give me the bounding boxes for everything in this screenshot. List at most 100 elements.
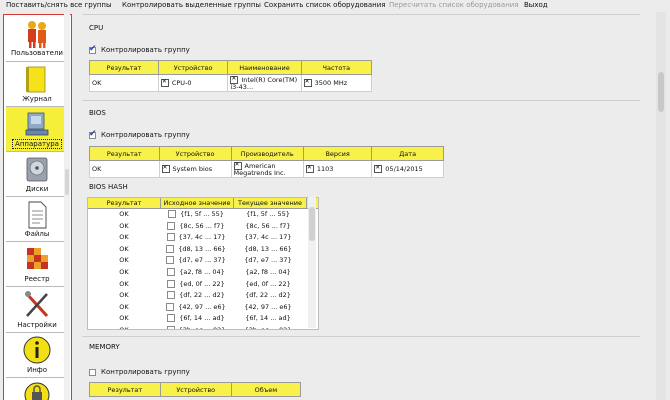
file-icon <box>6 199 68 229</box>
row-check-icon[interactable] <box>303 77 312 87</box>
row-check-icon[interactable] <box>230 74 239 84</box>
cell-name: Intel(R) Core(TM) i3-43... <box>230 75 298 91</box>
row-checkbox[interactable] <box>167 279 176 288</box>
table-row[interactable]: OK {a2, f8 ... 04} {a2, f8 ... 04} <box>88 267 318 279</box>
cell-current-value: {3b, ac ... 02} <box>244 325 292 330</box>
column-header[interactable]: Наименование <box>227 60 302 75</box>
table-row[interactable]: OK System bios American Megatrends Inc. … <box>89 160 444 178</box>
sidebar-item-label: Журнал <box>22 95 52 103</box>
column-header[interactable]: Результат <box>89 60 159 75</box>
cell-original-value: {d8, 13 ... 66} <box>178 244 226 253</box>
row-checkbox[interactable] <box>166 325 175 329</box>
cell-original-value: {df, 22 ... d2} <box>179 291 225 300</box>
group-divider <box>82 336 640 337</box>
menu-toggle-all-groups[interactable]: Поставить/снять все группы <box>6 0 112 10</box>
main-panel: CPU Контролировать группу Результат Устр… <box>78 14 658 400</box>
cpu-control-label: Контролировать группу <box>101 46 190 54</box>
row-checkbox[interactable] <box>166 302 175 311</box>
sidebar-item-users[interactable]: Пользователи <box>6 15 68 62</box>
row-checkbox[interactable] <box>167 267 176 276</box>
sidebar-item-label: Файлы <box>24 230 50 238</box>
memory-control-label: Контролировать группу <box>101 368 190 376</box>
column-header[interactable]: Текущее значение <box>234 198 307 208</box>
row-checkbox[interactable] <box>167 221 176 230</box>
column-header[interactable]: Исходное значение <box>161 198 234 208</box>
row-checkbox[interactable] <box>167 291 176 300</box>
row-check-icon[interactable] <box>305 163 314 173</box>
row-check-icon[interactable] <box>161 163 170 173</box>
memory-control-checkbox[interactable] <box>89 369 96 376</box>
sidebar-item-disks[interactable]: Диски <box>6 152 68 197</box>
sidebar-item-hardware[interactable]: Аппаратура <box>6 107 68 152</box>
cell-result: OK <box>119 291 129 300</box>
table-row[interactable]: OK {42, 97 ... e6} {42, 97 ... e6} <box>88 302 318 314</box>
table-row[interactable]: OK {8c, 56 ... f7} {8c, 56 ... f7} <box>88 221 318 233</box>
section-title-cpu: CPU <box>89 24 104 32</box>
sidebar-item-registry[interactable]: Реестр <box>6 242 68 287</box>
sidebar-item-info[interactable]: Инфо <box>6 333 68 378</box>
table-row[interactable]: OK {d8, 13 ... 66} {d8, 13 ... 66} <box>88 244 318 256</box>
bios-control-checkbox[interactable] <box>89 129 97 139</box>
cell-result: OK <box>119 244 129 253</box>
main-scrollbar[interactable] <box>656 12 666 400</box>
bios-hash-table: Результат Исходное значение Текущее знач… <box>87 197 319 330</box>
sidebar-item-settings[interactable]: Настройки <box>6 287 68 333</box>
cell-frequency: 3500 MHz <box>314 79 348 87</box>
table-row[interactable]: OK {d7, e7 ... 37} {d7, e7 ... 37} <box>88 255 318 267</box>
cell-result: OK <box>119 302 129 311</box>
table-row[interactable]: OK {f1, 5f ... 55} {f1, 5f ... 55} <box>88 209 318 221</box>
cell-current-value: {d8, 13 ... 66} <box>244 244 292 253</box>
table-row[interactable]: OK {37, 4c ... 17} {37, 4c ... 17} <box>88 232 318 244</box>
menu-exit[interactable]: Выход <box>524 0 548 10</box>
column-header[interactable]: Результат <box>89 146 160 161</box>
users-icon <box>6 17 68 48</box>
menu-recalculate-hardware-list[interactable]: Пересчитать список оборудования <box>389 0 519 10</box>
row-check-icon[interactable] <box>160 77 169 87</box>
cpu-table: Результат Устройство Наименование Частот… <box>89 60 373 92</box>
column-header[interactable]: Версия <box>302 146 373 161</box>
table-row[interactable]: OK {df, 22 ... d2} {df, 22 ... d2} <box>88 290 318 302</box>
section-title-bios: BIOS <box>89 109 106 117</box>
column-header[interactable]: Результат <box>89 382 161 397</box>
row-check-icon[interactable] <box>374 163 383 173</box>
column-header[interactable]: Устройство <box>159 382 232 397</box>
cell-current-value: {ed, 0f ... 22} <box>245 279 291 288</box>
table-row[interactable]: OK {6f, 14 ... ad} {6f, 14 ... ad} <box>88 313 318 325</box>
sidebar-item-lock[interactable] <box>6 378 68 400</box>
column-header[interactable]: Результат <box>88 198 161 208</box>
column-header[interactable]: Производитель <box>230 146 304 161</box>
column-header[interactable]: Объем <box>230 382 302 397</box>
row-checkbox[interactable] <box>166 256 175 265</box>
column-header[interactable]: Частота <box>300 60 373 75</box>
sidebar-item-label: Настройки <box>17 321 57 329</box>
column-header[interactable]: Дата <box>371 146 444 161</box>
cell-original-value: {d7, e7 ... 37} <box>178 256 226 265</box>
table-row[interactable]: OK CPU-0 Intel(R) Core(TM) i3-43... 3500… <box>89 74 373 92</box>
column-header[interactable]: Устройство <box>157 60 229 75</box>
table-row[interactable]: OK {ed, 0f ... 22} {ed, 0f ... 22} <box>88 279 318 291</box>
sidebar-item-journal[interactable]: Журнал <box>6 62 68 107</box>
section-title-memory: MEMORY <box>89 343 120 351</box>
cell-current-value: {37, 4c ... 17} <box>244 233 292 242</box>
row-check-icon[interactable] <box>233 160 242 170</box>
sidebar-item-label: Реестр <box>24 275 50 283</box>
table-row[interactable]: OK {3b, ac ... 02} {3b, ac ... 02} <box>88 325 318 330</box>
menu-control-selected-groups[interactable]: Контролировать выделенные группы <box>122 0 261 10</box>
settings-icon <box>6 289 68 319</box>
row-checkbox[interactable] <box>167 314 176 323</box>
row-checkbox[interactable] <box>166 244 175 253</box>
cpu-control-checkbox[interactable] <box>89 44 97 54</box>
row-checkbox[interactable] <box>166 233 175 242</box>
cell-device: CPU-0 <box>171 79 192 87</box>
bios-hash-scrollbar[interactable] <box>308 197 316 328</box>
bios-table: Результат Устройство Производитель Верси… <box>89 146 444 178</box>
row-checkbox[interactable] <box>168 210 177 218</box>
cell-current-value: {42, 97 ... e6} <box>244 302 292 311</box>
registry-icon <box>6 244 68 274</box>
sidebar-item-files[interactable]: Файлы <box>6 197 68 242</box>
sidebar-scrollbar[interactable] <box>64 14 70 400</box>
lock-icon <box>6 380 68 400</box>
column-header[interactable]: Устройство <box>158 146 232 161</box>
menu-save-hardware-list[interactable]: Сохранить список оборудования <box>264 0 386 10</box>
cell-result: OK <box>119 233 129 242</box>
